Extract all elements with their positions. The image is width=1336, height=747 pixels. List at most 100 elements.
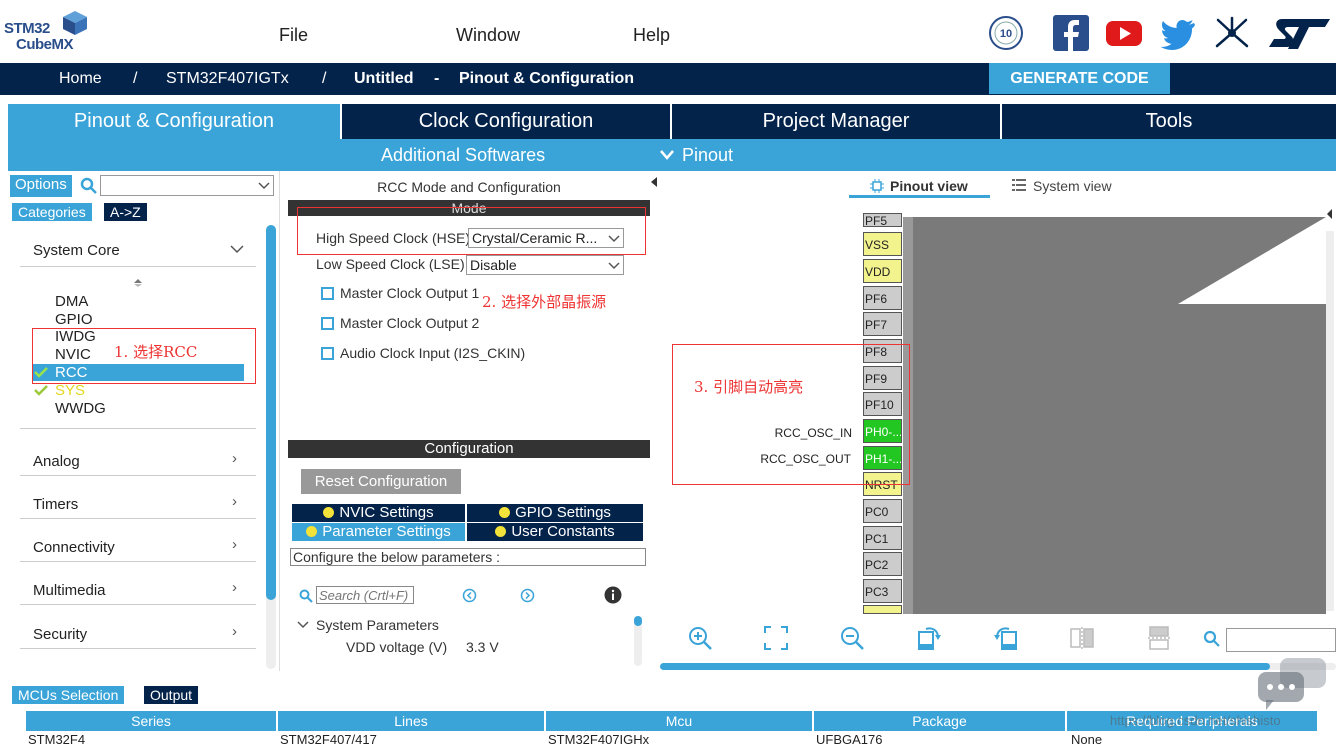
- fit-screen-icon[interactable]: [763, 625, 789, 651]
- list-item-sys[interactable]: SYS: [55, 382, 85, 400]
- pin-pf6[interactable]: PF6: [863, 286, 902, 310]
- twitter-icon[interactable]: [1159, 14, 1197, 52]
- collapse-handle[interactable]: [651, 175, 657, 193]
- list-item-wwdg[interactable]: WWDG: [55, 400, 106, 418]
- lse-select[interactable]: Disable: [466, 255, 624, 275]
- options-label[interactable]: Options: [10, 175, 72, 197]
- tab-mcus-selection[interactable]: MCUs Selection: [12, 686, 125, 704]
- pin-pc0[interactable]: PC0: [863, 499, 902, 523]
- chevron-right-icon[interactable]: ›: [232, 623, 237, 640]
- bottom-panel: MCUs Selection Output Series Lines Mcu P…: [8, 684, 1336, 747]
- tab-system-view[interactable]: System view: [1033, 178, 1112, 194]
- scrollbar-track[interactable]: [1326, 231, 1334, 611]
- st-logo-icon[interactable]: [1268, 14, 1332, 52]
- pin-vss[interactable]: VSS: [863, 232, 902, 256]
- subtab-pinout[interactable]: Pinout: [682, 145, 733, 166]
- pin-pf7[interactable]: PF7: [863, 312, 902, 336]
- anniversary-badge-icon[interactable]: 10: [988, 14, 1024, 52]
- divider: [20, 561, 256, 562]
- generate-code-button[interactable]: GENERATE CODE: [989, 63, 1170, 94]
- list-item-gpio[interactable]: GPIO: [55, 311, 93, 329]
- pin-vdd[interactable]: VDD: [863, 259, 902, 283]
- breadcrumb-project[interactable]: Untitled: [354, 70, 414, 88]
- breadcrumb-sep: /: [133, 70, 138, 87]
- next-icon[interactable]: [520, 588, 535, 603]
- flip-vertical-icon[interactable]: [1069, 625, 1095, 651]
- mco1-label: Master Clock Output 1: [340, 285, 480, 301]
- category-system-core[interactable]: System Core: [33, 242, 120, 259]
- tab-nvic-label: NVIC Settings: [339, 504, 434, 521]
- menu-window[interactable]: Window: [456, 25, 520, 46]
- info-icon[interactable]: [604, 586, 622, 604]
- collapse-handle[interactable]: [1326, 201, 1334, 227]
- facebook-icon[interactable]: [1053, 14, 1089, 52]
- pin-next[interactable]: [863, 605, 902, 614]
- col-package[interactable]: Package: [814, 711, 1067, 731]
- chevron-down-icon[interactable]: [230, 245, 244, 254]
- col-mcu[interactable]: Mcu: [546, 711, 814, 731]
- tab-gpio-settings[interactable]: GPIO Settings: [467, 504, 643, 522]
- chevron-down-icon[interactable]: [297, 621, 309, 629]
- tab-pinout-view[interactable]: Pinout view: [890, 178, 968, 194]
- parameter-search-input[interactable]: [316, 586, 414, 604]
- sub-tabs: Additional Softwares Pinout: [8, 139, 1336, 171]
- tab-pinout-configuration[interactable]: Pinout & Configuration: [8, 104, 342, 139]
- tab-user-constants[interactable]: User Constants: [467, 523, 643, 541]
- category-timers[interactable]: Timers: [33, 496, 78, 513]
- scrollbar-thumb[interactable]: [266, 225, 276, 600]
- search-combobox[interactable]: [100, 175, 274, 196]
- tab-param-label: Parameter Settings: [322, 523, 451, 540]
- subtab-additional-softwares[interactable]: Additional Softwares: [381, 145, 545, 166]
- divider: [20, 475, 256, 476]
- tab-project-manager[interactable]: Project Manager: [672, 104, 1002, 139]
- list-item-dma[interactable]: DMA: [55, 293, 88, 311]
- category-analog[interactable]: Analog: [33, 453, 80, 470]
- chat-bubble-icon[interactable]: [1256, 656, 1328, 712]
- mco2-checkbox[interactable]: [321, 317, 334, 330]
- chevron-right-icon[interactable]: ›: [232, 493, 237, 510]
- category-security[interactable]: Security: [33, 626, 87, 643]
- categories-tab[interactable]: Categories: [12, 203, 92, 221]
- youtube-icon[interactable]: [1105, 14, 1143, 52]
- tab-clock-configuration[interactable]: Clock Configuration: [342, 104, 672, 139]
- col-lines[interactable]: Lines: [278, 711, 546, 731]
- anniversary-number: 10: [1000, 28, 1012, 40]
- category-connectivity[interactable]: Connectivity: [33, 539, 115, 556]
- az-tab[interactable]: A->Z: [104, 203, 147, 221]
- i2s-checkbox[interactable]: [321, 347, 334, 360]
- mco1-checkbox[interactable]: [321, 287, 334, 300]
- tab-nvic-settings[interactable]: NVIC Settings: [292, 504, 465, 522]
- zoom-in-icon[interactable]: [687, 625, 713, 651]
- pin-pc3[interactable]: PC3: [863, 579, 902, 603]
- sort-icon[interactable]: [133, 278, 143, 288]
- tab-tools[interactable]: Tools: [1002, 104, 1336, 139]
- horizontal-scrollbar-thumb[interactable]: [660, 663, 1270, 670]
- category-multimedia[interactable]: Multimedia: [33, 582, 106, 599]
- breadcrumb-mcu[interactable]: STM32F407IGTx: [166, 70, 289, 88]
- breadcrumb-home[interactable]: Home: [59, 70, 102, 88]
- scrollbar-thumb[interactable]: [634, 616, 642, 626]
- breadcrumb-sep: /: [322, 70, 327, 87]
- tab-parameter-settings[interactable]: Parameter Settings: [292, 523, 465, 541]
- annotation-note-3: 3. 引脚自动高亮: [694, 378, 804, 396]
- chevron-right-icon[interactable]: ›: [232, 450, 237, 467]
- chevron-right-icon[interactable]: ›: [232, 536, 237, 553]
- rotate-left-icon[interactable]: [993, 625, 1019, 651]
- flip-horizontal-icon[interactable]: [1146, 625, 1172, 651]
- chevron-right-icon[interactable]: ›: [232, 579, 237, 596]
- rotate-right-icon[interactable]: [916, 625, 942, 651]
- col-series[interactable]: Series: [26, 711, 278, 731]
- logo-text-cubemx: CubeMX: [16, 36, 74, 53]
- previous-icon[interactable]: [462, 588, 477, 603]
- pin-pc1[interactable]: PC1: [863, 526, 902, 550]
- tab-output[interactable]: Output: [144, 686, 199, 704]
- breadcrumb-view[interactable]: Pinout & Configuration: [459, 70, 634, 88]
- community-network-icon[interactable]: [1213, 14, 1251, 52]
- pin-search-input[interactable]: [1226, 628, 1336, 652]
- pin-pc2[interactable]: PC2: [863, 552, 902, 576]
- zoom-out-icon[interactable]: [839, 625, 865, 651]
- reset-configuration-button[interactable]: Reset Configuration: [301, 469, 461, 494]
- pin-pf5[interactable]: PF5: [863, 213, 902, 227]
- menu-file[interactable]: File: [279, 25, 308, 46]
- menu-help[interactable]: Help: [633, 25, 670, 46]
